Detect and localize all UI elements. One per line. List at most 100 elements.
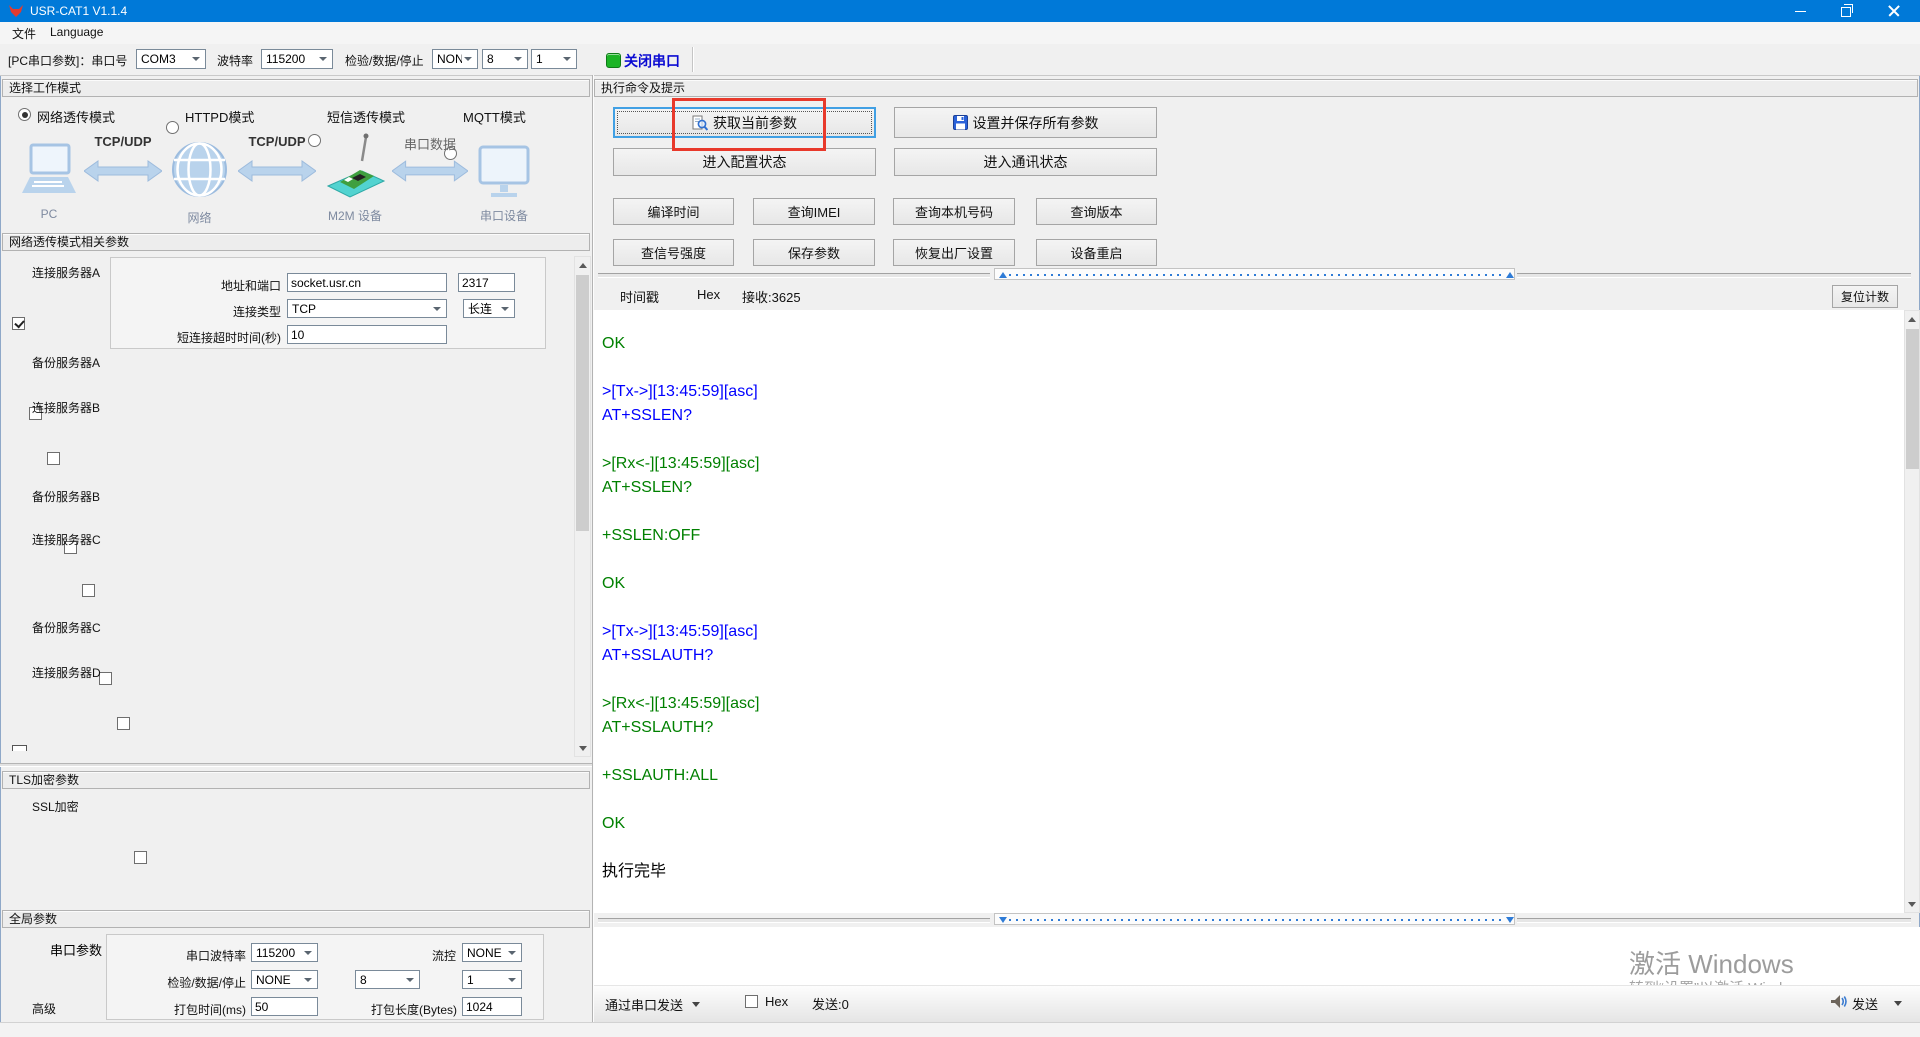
backup-server-a-label: 备份服务器A: [32, 354, 100, 371]
send-hex-checkbox[interactable]: [745, 995, 758, 1008]
log-scrollbar[interactable]: [1904, 310, 1920, 913]
query-number-button[interactable]: 查询本机号码: [893, 198, 1015, 225]
link-label-serial-data: 串口数据: [392, 134, 468, 153]
radio-sms-transparent-label: 短信透传模式: [327, 107, 405, 126]
enter-comm-button[interactable]: 进入通讯状态: [894, 148, 1157, 176]
server-c-checkbox[interactable]: [82, 584, 95, 597]
log-line: >[Rx<-][13:45:59][asc]: [602, 452, 1904, 476]
conn-type-label: 连接类型: [113, 303, 281, 320]
application-window: USR-CAT1 V1.1.4 文件 Language [PC串口参数]：串口号…: [0, 0, 1920, 1037]
log-line: OK: [602, 812, 1904, 836]
chevron-down-icon: [406, 978, 414, 982]
log-line: AT+SSLEN?: [602, 476, 1904, 500]
server-port-input[interactable]: [458, 273, 515, 292]
parity-select[interactable]: NONI: [432, 49, 478, 69]
conn-type-select[interactable]: TCP: [287, 299, 447, 318]
link-label-tcp-udp-2: TCP/UDP: [238, 134, 316, 149]
minimize-button[interactable]: [1778, 0, 1823, 22]
com-port-select[interactable]: COM3: [136, 49, 206, 69]
query-signal-button[interactable]: 查信号强度: [613, 239, 734, 266]
chevron-down-icon: [319, 57, 327, 61]
top-splitter-right[interactable]: [1517, 273, 1911, 278]
top-splitter-left[interactable]: [598, 273, 990, 278]
send-toolbar: 通过串口发送 Hex 发送:0 发送: [594, 985, 1920, 1023]
baud-select[interactable]: 115200: [261, 49, 333, 69]
server-d-label: 连接服务器D: [32, 664, 101, 681]
save-params-button[interactable]: 保存参数: [753, 239, 875, 266]
menu-item-language[interactable]: Language: [50, 25, 103, 39]
bottom-trackbar[interactable]: [994, 913, 1515, 925]
stopbits-select[interactable]: 1: [531, 49, 577, 69]
send-via-serial-button[interactable]: 通过串口发送: [605, 995, 683, 1014]
packtime-input[interactable]: [251, 997, 318, 1016]
send-button[interactable]: 发送: [1852, 994, 1878, 1013]
annotation-red-box: [672, 98, 826, 151]
query-imei-label: 查询IMEI: [788, 202, 841, 221]
set-save-params-button[interactable]: 设置并保存所有参数: [894, 107, 1157, 138]
scroll-up-button[interactable]: [575, 257, 590, 273]
chevron-down-icon: [433, 307, 441, 311]
global-params-header: 全局参数: [2, 910, 590, 928]
save-params-label: 保存参数: [788, 243, 840, 262]
log-line: 执行完毕: [602, 860, 1904, 884]
sent-count-value: 0: [842, 997, 849, 1012]
flow-select[interactable]: NONE: [462, 943, 522, 962]
trackbar-thumb-icon[interactable]: [999, 272, 1007, 278]
ssl-checkbox[interactable]: [134, 851, 147, 864]
query-version-button[interactable]: 查询版本: [1036, 198, 1157, 225]
floppy-save-icon: [953, 115, 968, 130]
scroll-up-button[interactable]: [1905, 311, 1919, 327]
packtime-label: 打包时间(ms): [133, 1001, 246, 1018]
server-a-checkbox[interactable]: [12, 317, 25, 330]
radio-network-transparent[interactable]: [18, 108, 31, 121]
reset-counter-button[interactable]: 复位计数: [1832, 285, 1898, 308]
left-panel-scrollbar[interactable]: [574, 256, 591, 757]
node-label-network: 网络: [171, 209, 228, 226]
log-line: [602, 596, 1904, 620]
query-imei-button[interactable]: 查询IMEI: [753, 198, 875, 225]
keepalive-select[interactable]: 长连: [463, 299, 515, 318]
g-databits-select[interactable]: 8: [355, 970, 420, 989]
log-output[interactable]: OK >[Tx->][13:45:59][asc] AT+SSLEN? >[Rx…: [594, 310, 1904, 913]
databits-select[interactable]: 8: [482, 49, 528, 69]
port-open-indicator-icon: [606, 53, 621, 68]
close-port-button[interactable]: 关闭串口: [624, 51, 680, 71]
chevron-down-icon[interactable]: [692, 1002, 700, 1007]
short-timeout-input[interactable]: [287, 325, 447, 344]
enter-config-button[interactable]: 进入配置状态: [613, 148, 876, 176]
scroll-down-button[interactable]: [575, 740, 590, 756]
server-address-input[interactable]: [287, 273, 447, 292]
scroll-down-button[interactable]: [1905, 896, 1919, 912]
backup-server-c-checkbox[interactable]: [99, 672, 112, 685]
radio-httpd[interactable]: [166, 121, 179, 134]
top-trackbar[interactable]: [994, 268, 1515, 280]
packlen-input[interactable]: [462, 997, 522, 1016]
server-b-checkbox[interactable]: [47, 452, 60, 465]
clipped-checkbox: [12, 745, 27, 751]
trackbar-thumb-icon[interactable]: [1506, 917, 1514, 923]
menu-item-file[interactable]: 文件: [12, 25, 36, 42]
scrollbar-thumb[interactable]: [576, 275, 589, 531]
bottom-splitter-right[interactable]: [1517, 918, 1911, 923]
log-line: [602, 836, 1904, 860]
server-d-checkbox[interactable]: [117, 717, 130, 730]
title-bar: USR-CAT1 V1.1.4: [0, 0, 1920, 22]
log-line: [602, 500, 1904, 524]
g-stopbits-select[interactable]: 1: [462, 970, 522, 989]
chevron-down-icon[interactable]: [1894, 1001, 1902, 1006]
close-button[interactable]: [1868, 0, 1920, 22]
reboot-button[interactable]: 设备重启: [1036, 239, 1157, 266]
g-parity-select[interactable]: NONE: [251, 970, 318, 989]
restore-button[interactable]: [1823, 0, 1868, 22]
server-b-label: 连接服务器B: [32, 399, 100, 416]
trackbar-thumb-icon[interactable]: [1506, 272, 1514, 278]
scrollbar-thumb[interactable]: [1906, 329, 1919, 469]
compile-time-button[interactable]: 编译时间: [613, 198, 734, 225]
left-splitter[interactable]: [0, 763, 592, 767]
g-baud-select[interactable]: 115200: [251, 943, 318, 962]
serial-group-label: 串口参数: [50, 940, 102, 959]
chevron-down-icon: [304, 951, 312, 955]
bottom-splitter-left[interactable]: [598, 918, 990, 923]
trackbar-thumb-icon[interactable]: [999, 917, 1007, 923]
factory-reset-button[interactable]: 恢复出厂设置: [893, 239, 1015, 266]
